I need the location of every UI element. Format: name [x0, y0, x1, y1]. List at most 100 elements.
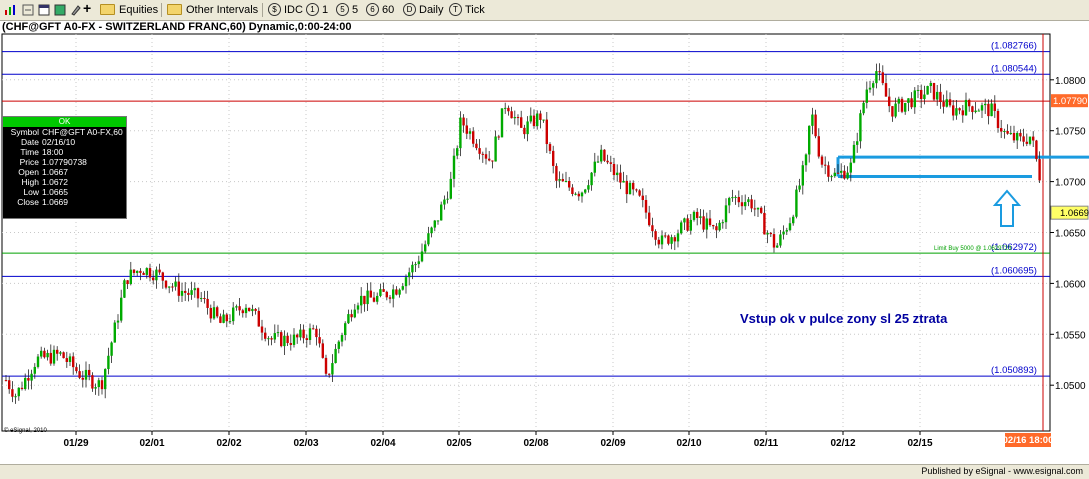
candle-body	[891, 106, 894, 117]
candle-body	[1032, 136, 1035, 141]
candle-body	[120, 297, 123, 321]
candle-body	[152, 277, 155, 281]
candle-body	[996, 111, 1000, 129]
candle-body	[472, 131, 475, 144]
candle-body	[353, 309, 356, 318]
candle-body	[955, 108, 958, 116]
candle-body	[910, 98, 913, 108]
candle-body	[552, 150, 555, 166]
candle-body	[798, 185, 801, 190]
candle-body	[404, 277, 408, 287]
candle-body	[536, 113, 539, 127]
candle-body	[142, 272, 145, 275]
candle-body	[817, 136, 820, 157]
candle-body	[75, 367, 78, 372]
x-tick-label: 02/10	[676, 438, 701, 449]
candle-body	[542, 119, 545, 121]
candle-body	[68, 356, 72, 362]
candle-body	[904, 102, 907, 112]
candle-body	[968, 99, 971, 107]
candle-body	[11, 389, 14, 397]
candle-body	[222, 314, 225, 323]
candle-body	[334, 348, 337, 364]
candle-body	[1028, 136, 1032, 144]
candle-body	[398, 289, 401, 295]
candle-body	[81, 377, 84, 380]
level-label: (1.060695)	[991, 265, 1037, 276]
candle-body	[795, 189, 798, 217]
candle-body	[673, 237, 676, 242]
candle-body	[1003, 130, 1006, 132]
candle-body	[1038, 159, 1041, 181]
x-tick-label: 02/01	[139, 438, 164, 449]
candle-body	[840, 170, 843, 173]
candle-body	[561, 178, 564, 182]
candle-body	[897, 98, 900, 104]
candle-body	[1025, 141, 1028, 144]
candle-body	[260, 326, 264, 333]
candle-body	[1016, 132, 1019, 141]
candle-body	[731, 197, 734, 199]
candle-body	[532, 115, 536, 127]
candle-body	[497, 136, 500, 138]
candle-body	[430, 227, 433, 234]
cursor-info-window[interactable]: OK Symbol CHF@GFT A0-FX,60 Date 02/16/10 T…	[2, 116, 127, 219]
candle-body	[574, 193, 577, 195]
info-value: 1.0667	[42, 167, 68, 177]
info-key: Low	[23, 187, 39, 197]
current-time-label: 02/16 18:00	[1003, 435, 1054, 446]
x-tick-label: 02/08	[523, 438, 548, 449]
candle-body	[385, 291, 388, 298]
candle-body	[456, 148, 459, 156]
candle-body	[500, 108, 504, 138]
x-tick-label: 01/29	[63, 438, 88, 449]
candle-body	[302, 329, 305, 339]
candle-body	[600, 149, 603, 162]
candle-body	[420, 251, 424, 262]
candle-body	[350, 314, 353, 318]
candle-body	[126, 280, 129, 285]
candle-body	[174, 281, 177, 287]
x-tick-label: 02/05	[446, 438, 471, 449]
info-value: CHF@GFT A0-FX,60	[42, 127, 123, 137]
candle-body	[1000, 128, 1003, 132]
candle-body	[289, 343, 292, 345]
candle-body	[945, 99, 948, 107]
candle-body	[280, 332, 283, 347]
candle-body	[916, 89, 920, 91]
candle-body	[24, 377, 27, 389]
candle-body	[324, 357, 328, 374]
candle-body	[491, 160, 494, 162]
candle-body	[792, 216, 795, 224]
candle-body	[648, 212, 651, 226]
last-close-label: 1.0669	[1060, 208, 1089, 219]
candle-body	[411, 264, 414, 273]
candle-body	[395, 289, 398, 295]
candle-body	[369, 290, 372, 298]
candle-body	[273, 333, 276, 340]
info-key: Open	[18, 167, 39, 177]
candle-body	[436, 220, 440, 222]
candle-body	[801, 165, 804, 186]
y-tick-label: 1.0550	[1055, 330, 1086, 341]
candle-body	[712, 225, 715, 227]
candle-body	[728, 198, 731, 206]
candle-body	[107, 355, 110, 370]
candle-body	[680, 222, 683, 234]
candle-body	[520, 117, 523, 128]
candle-body	[478, 148, 481, 154]
candle-body	[484, 154, 488, 159]
candle-body	[276, 332, 280, 334]
info-row-close: Close 1.0669	[3, 197, 126, 207]
current-price-label: 1.07790	[1053, 96, 1087, 107]
candle-body	[715, 226, 718, 231]
candle-body	[113, 322, 116, 343]
price-chart[interactable]: (1.082766)(1.080544)(1.062972)(1.060695)…	[0, 0, 1089, 464]
candle-body	[424, 244, 427, 252]
info-key: Time	[20, 147, 39, 157]
candle-body	[168, 286, 171, 288]
candle-body	[971, 106, 974, 113]
candle-body	[504, 107, 507, 109]
candle-body	[651, 225, 654, 232]
candle-body	[593, 161, 596, 173]
